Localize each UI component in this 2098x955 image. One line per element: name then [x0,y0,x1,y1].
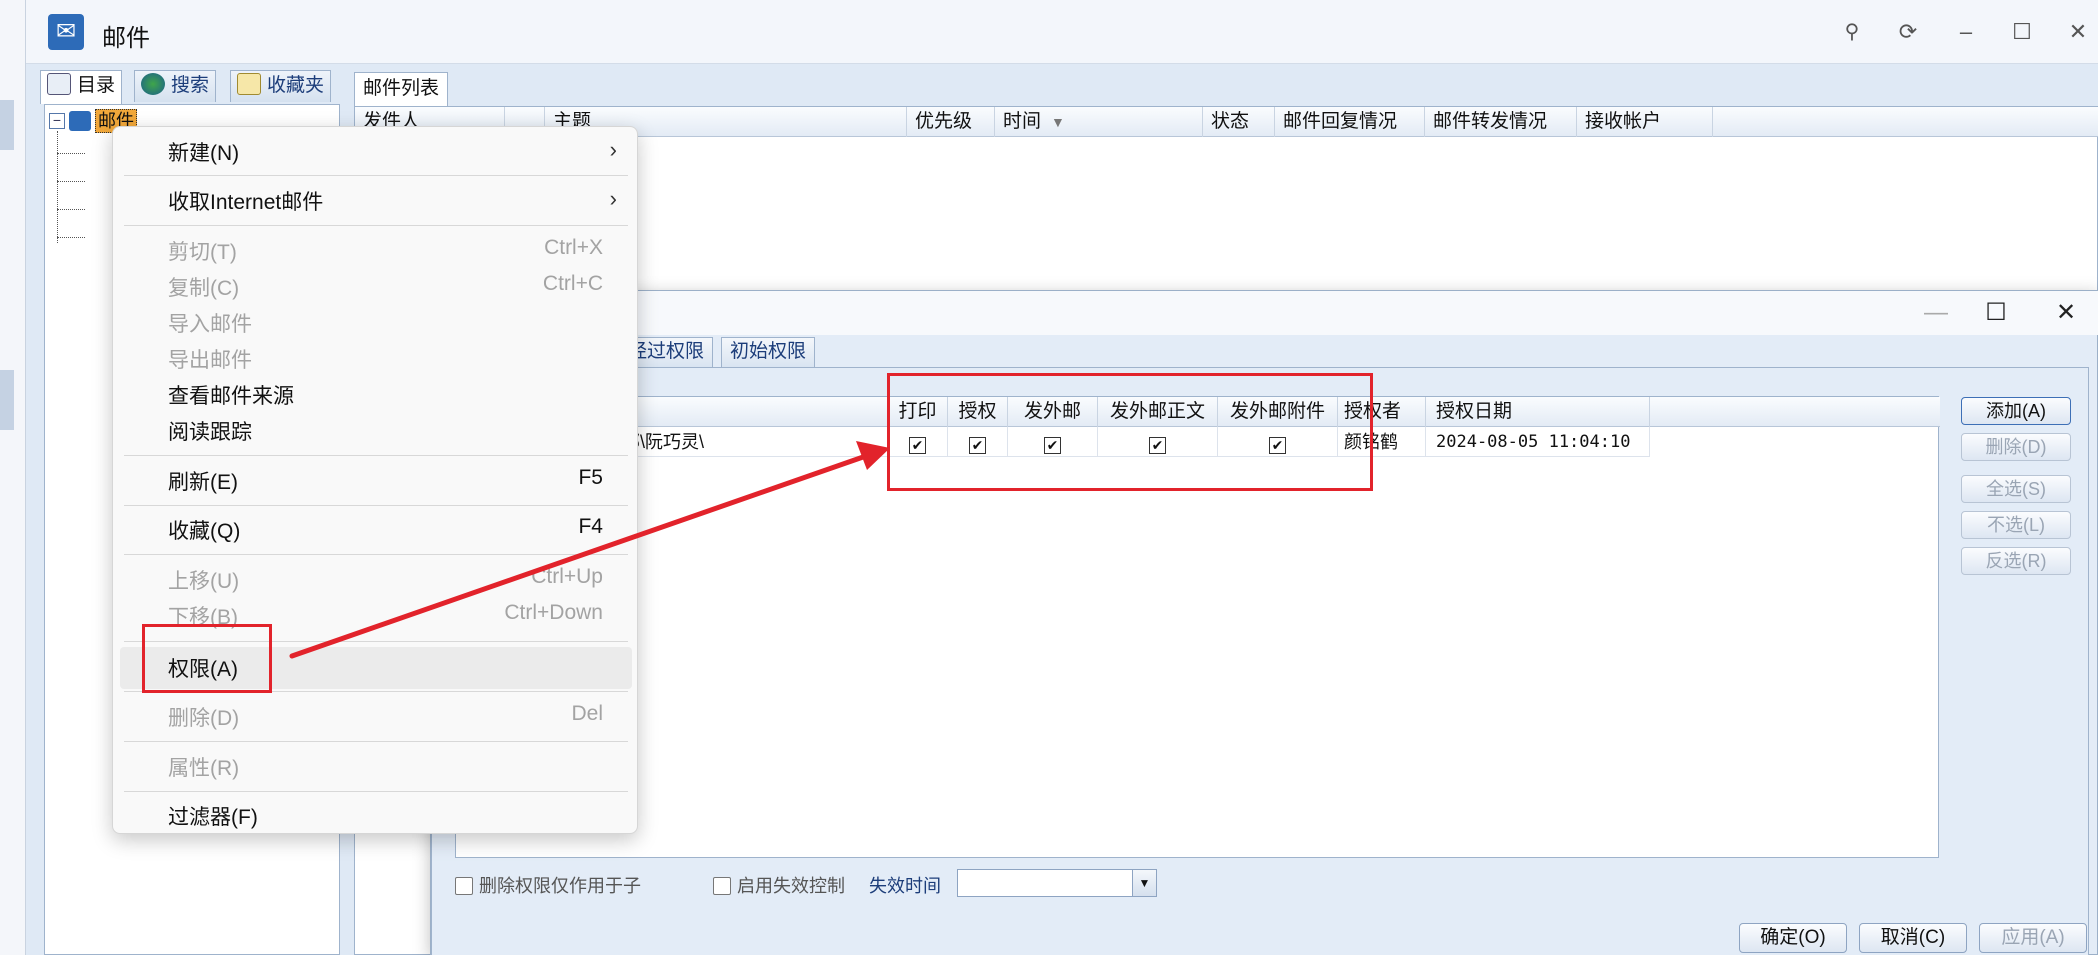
annotation-arrow-line [289,453,869,659]
annotation-arrow [289,441,890,659]
